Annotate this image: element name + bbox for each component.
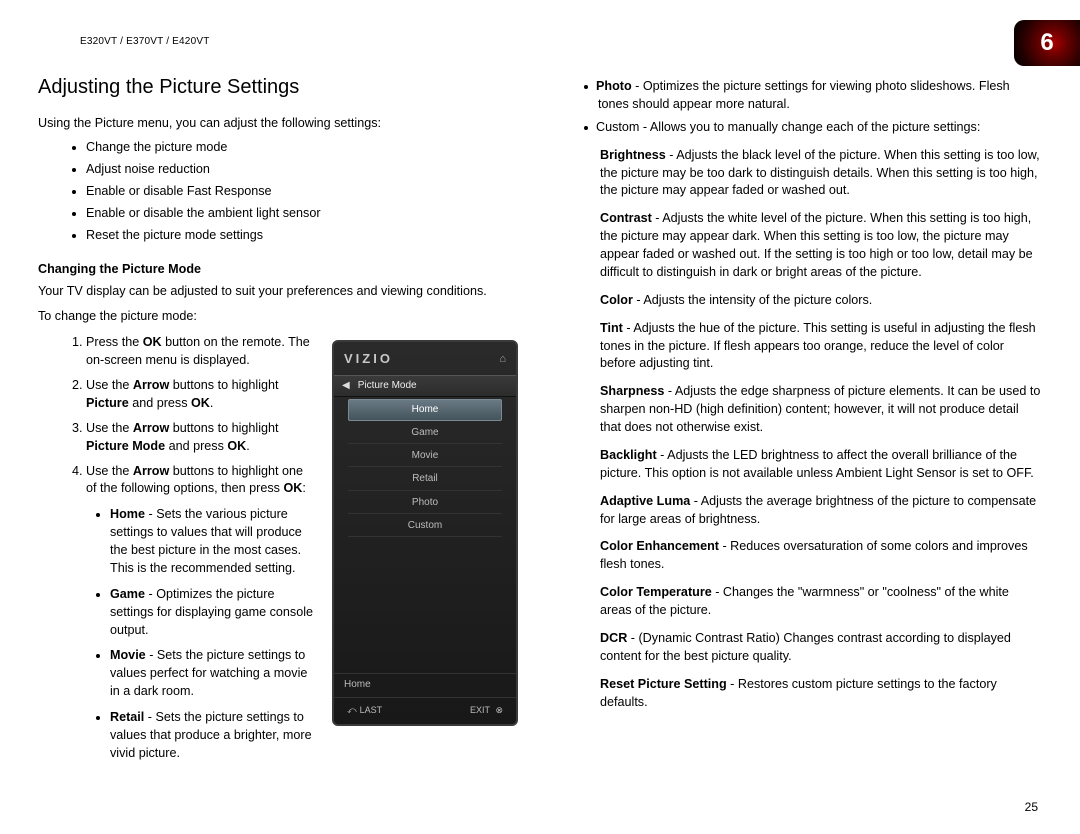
custom-settings-list: Brightness - Adjusts the black level of … <box>600 147 1042 712</box>
setting-sharpness: Sharpness - Adjusts the edge sharpness o… <box>600 383 1042 437</box>
setting-backlight: Backlight - Adjusts the LED brightness t… <box>600 447 1042 483</box>
section-title: Adjusting the Picture Settings <box>38 73 524 101</box>
osd-title-row: ◀ Picture Mode <box>334 375 516 397</box>
setting-brightness: Brightness - Adjusts the black level of … <box>600 147 1042 201</box>
feature-item: Enable or disable the ambient light sens… <box>86 205 524 223</box>
osd-last: ⤺LAST <box>344 704 382 717</box>
osd-top: VIZIO ⌂ <box>334 342 516 374</box>
steps-intro: To change the picture mode: <box>38 308 524 326</box>
left-body: To change the picture mode: VIZIO ⌂ ◀ Pi… <box>38 308 524 762</box>
osd-brand: VIZIO <box>344 350 393 368</box>
chapter-number: 6 <box>1040 29 1053 57</box>
rewind-icon: ⤺ <box>347 705 357 715</box>
osd-spacer <box>334 539 516 673</box>
setting-reset: Reset Picture Setting - Restores custom … <box>600 676 1042 712</box>
osd-exit: EXIT ⊗ <box>470 704 506 717</box>
setting-dcr: DCR - (Dynamic Contrast Ratio) Changes c… <box>600 630 1042 666</box>
mode-photo: Photo - Optimizes the picture settings f… <box>598 78 1042 114</box>
continued-mode-list: Photo - Optimizes the picture settings f… <box>556 78 1042 137</box>
intro-text: Using the Picture menu, you can adjust t… <box>38 115 524 133</box>
columns: Adjusting the Picture Settings Using the… <box>38 73 1042 771</box>
feature-list: Change the picture mode Adjust noise red… <box>38 139 524 244</box>
chapter-tab: 6 <box>1014 20 1080 66</box>
osd-title: Picture Mode <box>358 379 417 393</box>
page: E320VT / E370VT / E420VT 6 Adjusting the… <box>0 0 1080 834</box>
right-column: Photo - Optimizes the picture settings f… <box>556 73 1042 771</box>
setting-adaptive-luma: Adaptive Luma - Adjusts the average brig… <box>600 493 1042 529</box>
osd-bottom: ⤺LAST EXIT ⊗ <box>334 698 516 725</box>
osd-item-game: Game <box>348 423 502 444</box>
osd-item-photo: Photo <box>348 493 502 514</box>
exit-icon: ⊗ <box>493 705 503 715</box>
setting-contrast: Contrast - Adjusts the white level of th… <box>600 210 1042 282</box>
osd-item-home: Home <box>348 399 502 421</box>
feature-item: Adjust noise reduction <box>86 161 524 179</box>
osd-item-custom: Custom <box>348 516 502 537</box>
back-icon: ◀ <box>342 379 350 393</box>
osd-frame: VIZIO ⌂ ◀ Picture Mode Home Game Movie R… <box>332 340 518 726</box>
header-model: E320VT / E370VT / E420VT <box>80 36 1042 47</box>
osd-status: Home <box>334 673 516 697</box>
feature-item: Reset the picture mode settings <box>86 227 524 245</box>
osd-item-retail: Retail <box>348 469 502 490</box>
setting-color-temperature: Color Temperature - Changes the "warmnes… <box>600 584 1042 620</box>
mode-custom: Custom - Allows you to manually change e… <box>598 119 1042 137</box>
feature-item: Enable or disable Fast Response <box>86 183 524 201</box>
osd-list: Home Game Movie Retail Photo Custom <box>334 397 516 539</box>
osd-screenshot: VIZIO ⌂ ◀ Picture Mode Home Game Movie R… <box>332 340 518 726</box>
page-number: 25 <box>1025 800 1038 814</box>
setting-color-enhancement: Color Enhancement - Reduces oversaturati… <box>600 538 1042 574</box>
setting-tint: Tint - Adjusts the hue of the picture. T… <box>600 320 1042 374</box>
sub-intro: Your TV display can be adjusted to suit … <box>38 283 524 301</box>
setting-color: Color - Adjusts the intensity of the pic… <box>600 292 1042 310</box>
osd-item-movie: Movie <box>348 446 502 467</box>
left-column: Adjusting the Picture Settings Using the… <box>38 73 524 771</box>
subheading: Changing the Picture Mode <box>38 261 524 279</box>
home-icon: ⌂ <box>499 352 506 368</box>
feature-item: Change the picture mode <box>86 139 524 157</box>
